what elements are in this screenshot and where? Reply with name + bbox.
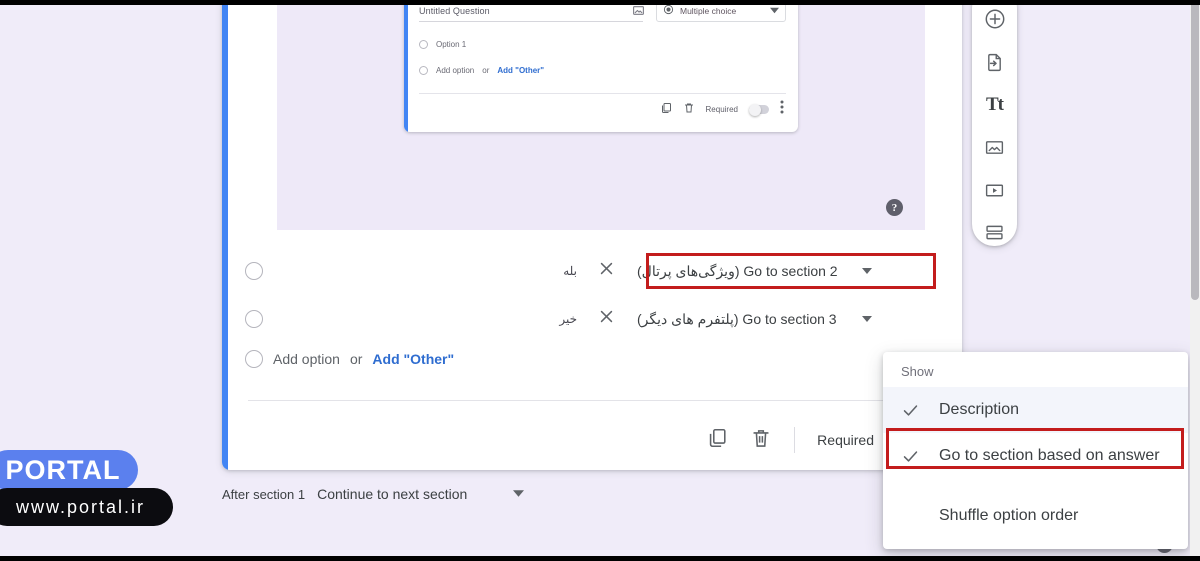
chevron-down-icon (855, 266, 879, 276)
preview-active-indicator (404, 0, 408, 132)
after-section-select[interactable]: Continue to next section (317, 486, 467, 502)
required-label: Required (817, 432, 874, 448)
after-section-bar: After section 1 Continue to next section (222, 486, 525, 502)
watermark-brand: PORTAL (0, 450, 138, 490)
letterbox-bottom (0, 556, 1200, 561)
embedded-form-preview: Untitled Question Multiple choice Option… (277, 0, 925, 230)
add-question-button[interactable] (981, 6, 1009, 33)
menu-item-shuffle-label: Shuffle option order (939, 507, 1079, 524)
preview-required-label: Required (705, 105, 738, 114)
preview-question-type-label: Multiple choice (680, 6, 737, 16)
radio-unselected-icon (419, 40, 428, 49)
preview-title-underline (419, 21, 643, 22)
radio-unselected-icon (245, 310, 263, 328)
add-image-button[interactable] (981, 134, 1009, 161)
add-section-button[interactable] (981, 219, 1009, 246)
after-section-label: After section 1 (222, 486, 306, 502)
menu-item-goto-section-based-on-answer[interactable]: Go to section based on answer (883, 433, 1188, 479)
preview-question-title: Untitled Question (419, 6, 643, 22)
preview-or-label: or (482, 66, 490, 75)
add-other-link[interactable]: Add "Other" (372, 351, 454, 367)
goto-section-1-label: (ویژگی‌های پرتال) Go to section 2 (637, 262, 838, 279)
image-icon (632, 4, 645, 22)
menu-item-goto-section-label: Go to section based on answer (939, 447, 1160, 464)
trash-icon[interactable] (683, 101, 695, 119)
active-question-indicator (222, 0, 228, 470)
question-card-footer: Required (248, 415, 938, 465)
add-item-toolbar: Tt (972, 0, 1017, 246)
menu-header: Show (901, 364, 934, 379)
letterbox-top (0, 0, 1200, 5)
screenshot-root: Untitled Question Multiple choice Option… (0, 0, 1200, 561)
option-2-text[interactable]: خیر (263, 312, 593, 326)
remove-option-2-button[interactable] (593, 308, 619, 330)
check-icon (901, 447, 935, 466)
remove-option-1-button[interactable] (593, 260, 619, 282)
card-divider (248, 400, 934, 401)
menu-item-description-label: Description (939, 401, 1020, 418)
footer-separator (794, 427, 796, 453)
page-scrollbar[interactable] (1190, 0, 1200, 561)
preview-add-other-link[interactable]: Add "Other" (497, 66, 544, 75)
goto-section-select-1[interactable]: (ویژگی‌های پرتال) Go to section 2 (631, 254, 879, 288)
preview-add-option-label[interactable]: Add option (436, 66, 474, 75)
radio-unselected-icon (419, 66, 428, 75)
radio-unselected-icon (245, 350, 263, 368)
or-label: or (349, 351, 363, 367)
preview-required-toggle[interactable] (749, 103, 769, 116)
preview-divider (419, 93, 786, 94)
option-1-text[interactable]: بله (263, 264, 593, 278)
import-questions-button[interactable] (981, 49, 1009, 76)
add-video-button[interactable] (981, 177, 1009, 204)
preview-option-label: Option 1 (436, 40, 467, 49)
menu-item-shuffle-option-order[interactable]: Shuffle option order (883, 493, 1188, 539)
more-vert-icon[interactable] (780, 100, 784, 119)
watermark-url: www.portal.ir (0, 488, 173, 526)
preview-option-row: Option 1 (419, 40, 466, 49)
duplicate-icon[interactable] (706, 427, 728, 454)
preview-question-card: Untitled Question Multiple choice Option… (404, 0, 798, 132)
preview-add-option-row[interactable]: Add option or Add "Other" (419, 66, 544, 75)
check-icon (901, 401, 935, 420)
goto-section-select-2[interactable]: (پلتفرم های دیگر) Go to section 3 (631, 302, 879, 336)
scrollbar-thumb[interactable] (1191, 0, 1199, 300)
question-options-menu: Show Description Go to section based on … (883, 352, 1188, 549)
preview-question-title-text: Untitled Question (419, 6, 490, 16)
radio-unselected-icon (245, 262, 263, 280)
add-option-label[interactable]: Add option (273, 351, 340, 367)
preview-card-footer: Required (660, 100, 784, 119)
chevron-down-icon[interactable] (513, 489, 525, 499)
menu-item-description[interactable]: Description (883, 387, 1188, 433)
add-option-row[interactable]: Add option or Add "Other" (245, 350, 454, 368)
chevron-down-icon (855, 314, 879, 324)
goto-section-2-label: (پلتفرم های دیگر) Go to section 3 (637, 310, 837, 327)
add-title-button[interactable]: Tt (981, 91, 1009, 118)
trash-icon[interactable] (750, 427, 772, 454)
duplicate-icon[interactable] (660, 101, 672, 119)
option-row-2[interactable]: خیر (پلتفرم های دیگر) Go to section 3 (245, 302, 945, 336)
help-icon[interactable]: ? (886, 199, 903, 216)
option-row-1[interactable]: بله (ویژگی‌های پرتال) Go to section 2 (245, 254, 945, 288)
